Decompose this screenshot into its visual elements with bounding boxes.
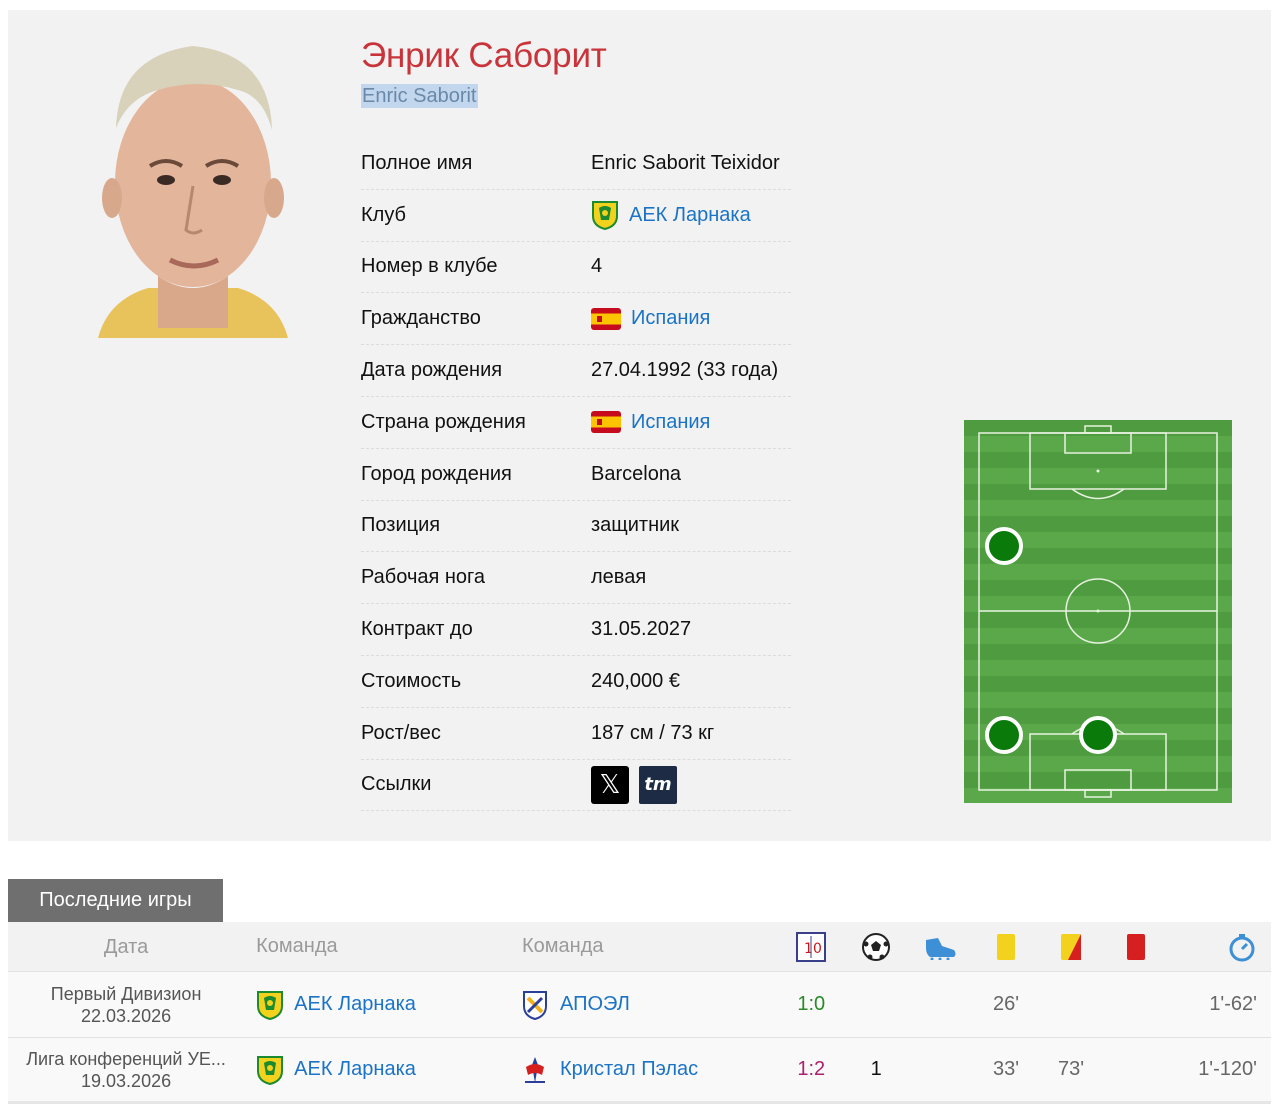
transfermarkt-icon[interactable]: tm [639, 765, 677, 804]
game-yellow: 26' [993, 993, 1020, 1015]
info-row-full-name: Полное имя Enric Saborit Teixidor [361, 138, 791, 190]
stopwatch-icon [1168, 932, 1271, 962]
game-date: 22.03.2026 [81, 1005, 172, 1026]
info-label: Полное имя [361, 151, 473, 174]
svg-text:1: 1 [804, 941, 813, 957]
player-name-ru: Энрик Саборит [361, 36, 607, 75]
assist-boot-icon [909, 934, 974, 960]
crystal-palace-badge-icon [522, 1055, 550, 1085]
info-label: Город рождения [361, 462, 512, 485]
info-label: Рост/вес [361, 721, 441, 744]
info-label: Номер в клубе [361, 255, 498, 278]
player-photo [88, 38, 298, 338]
game-minutes: 1'-120' [1198, 1058, 1257, 1080]
info-row-birth-city: Город рождения Barcelona [361, 449, 791, 501]
table-header: Дата Команда Команда 10 [8, 922, 1271, 972]
yellow-red-card-icon [1039, 933, 1104, 961]
citizenship-link[interactable]: Испания [631, 307, 710, 330]
game-date: 19.03.2026 [81, 1070, 172, 1091]
table-row[interactable]: Лига конференций УЕ... 19.03.2026 АЕК Ла… [8, 1038, 1271, 1104]
info-row-club: Клуб АЕК Ларнака [361, 190, 791, 242]
info-value: 31.05.2027 [591, 618, 692, 641]
position-pitch [964, 420, 1232, 803]
header-date: Дата [103, 935, 149, 958]
info-label: Стоимость [361, 669, 462, 692]
recent-games-table: Дата Команда Команда 10 Первый Дивизион … [8, 922, 1271, 1104]
game-competition: Первый Дивизион [50, 983, 202, 1004]
info-row-birth-date: Дата рождения 27.04.1992 (33 года) [361, 345, 791, 397]
apoel-badge-icon [522, 990, 550, 1020]
game-goals: 1 [870, 1058, 882, 1080]
info-row-foot: Рабочая нога левая [361, 552, 791, 605]
info-label: Контракт до [361, 618, 473, 641]
game-yellow-red: 73' [1057, 1058, 1085, 1080]
team1-link[interactable]: АЕК Ларнака [294, 1058, 416, 1081]
header-team1: Команда [256, 935, 338, 957]
table-row[interactable]: Первый Дивизион 22.03.2026 АЕК Ларнака А… [8, 972, 1271, 1038]
team2-link[interactable]: АПОЭЛ [560, 993, 630, 1016]
game-score[interactable]: 1:2 [779, 1058, 844, 1081]
info-row-market-value: Стоимость 240,000 € [361, 656, 791, 708]
position-marker [985, 527, 1023, 565]
aek-larnaca-badge-icon [256, 1055, 284, 1085]
player-info-table: Полное имя Enric Saborit Teixidor Клуб А… [361, 138, 791, 812]
info-row-links: Ссылки 𝕏 tm [361, 760, 791, 812]
goal-ball-icon [844, 932, 909, 962]
svg-text:0: 0 [813, 941, 822, 957]
info-row-position: Позиция защитник [361, 501, 791, 553]
position-marker [985, 716, 1023, 754]
player-profile-panel: Энрик Саборит Enric Saborit Полное имя E… [8, 10, 1271, 841]
info-label: Позиция [361, 514, 441, 537]
info-label: Рабочая нога [361, 566, 486, 589]
team1-link[interactable]: АЕК Ларнака [294, 993, 416, 1016]
info-label: Ссылки [361, 773, 432, 796]
yellow-card-icon [974, 933, 1039, 961]
info-value: 240,000 € [591, 669, 680, 692]
info-row-contract: Контракт до 31.05.2027 [361, 604, 791, 656]
info-value: 4 [591, 255, 603, 278]
info-row-number: Номер в клубе 4 [361, 242, 791, 294]
club-link[interactable]: АЕК Ларнака [629, 204, 751, 227]
tab-recent-games[interactable]: Последние игры [8, 879, 223, 922]
info-label: Гражданство [361, 307, 481, 330]
team2-link[interactable]: Кристал Пэлас [560, 1058, 698, 1081]
spain-flag-icon [591, 307, 621, 330]
info-value: 27.04.1992 (33 года) [591, 359, 779, 382]
info-label: Дата рождения [361, 359, 503, 382]
game-competition: Лига конференций УЕ... [26, 1048, 226, 1069]
game-minutes: 1'-62' [1209, 993, 1257, 1015]
x-icon[interactable]: 𝕏 [591, 765, 629, 804]
info-value: Enric Saborit Teixidor [591, 151, 780, 174]
aek-larnaca-badge-icon [256, 990, 284, 1020]
info-value: левая [591, 566, 647, 589]
aek-larnaca-badge-icon [591, 200, 619, 231]
player-name-en: Enric Saborit [361, 84, 478, 108]
game-score[interactable]: 1:0 [779, 993, 844, 1016]
info-value: Barcelona [591, 462, 682, 485]
info-value: 187 см / 73 кг [591, 721, 715, 744]
birth-country-link[interactable]: Испания [631, 411, 710, 434]
spain-flag-icon [591, 411, 621, 434]
game-yellow: 33' [993, 1058, 1020, 1080]
info-row-citizenship: Гражданство Испания [361, 293, 791, 346]
score-icon: 10 [779, 931, 844, 962]
header-team2: Команда [522, 935, 604, 957]
info-row-birth-country: Страна рождения Испания [361, 397, 791, 449]
info-row-height-weight: Рост/вес 187 см / 73 кг [361, 708, 791, 760]
info-label: Страна рождения [361, 410, 526, 433]
info-label: Клуб [361, 203, 406, 226]
info-value: защитник [591, 514, 680, 537]
position-marker [1079, 716, 1117, 754]
red-card-icon [1104, 933, 1169, 961]
